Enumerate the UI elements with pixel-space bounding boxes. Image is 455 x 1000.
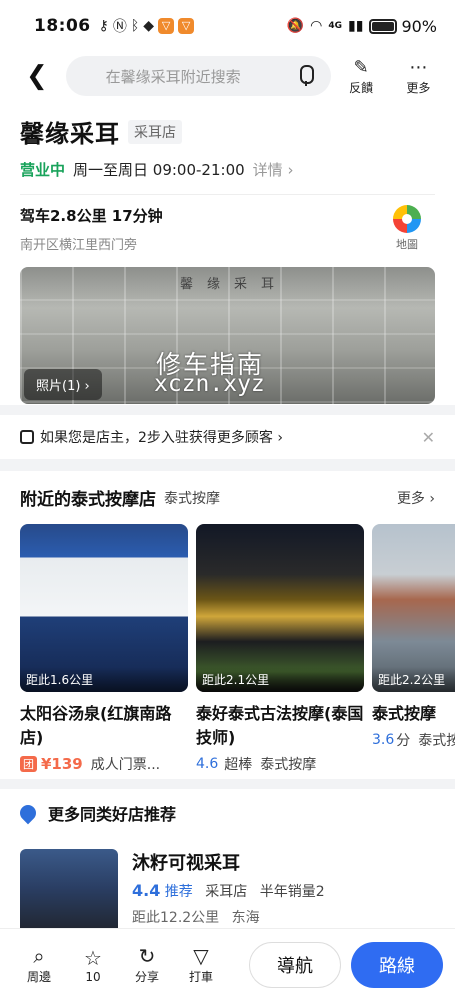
more-dots-icon: ⋯ xyxy=(409,56,428,78)
tab-nearby[interactable]: ⌕ 周邊 xyxy=(16,944,62,985)
battery-percent: 90% xyxy=(401,16,437,36)
nearby-item-tag: 泰式按摩 xyxy=(260,757,317,773)
location-pin-icon xyxy=(16,801,40,825)
nearby-item-name: 泰式按摩 xyxy=(372,704,437,723)
nearby-item-rating-word: 超棒 xyxy=(224,757,253,773)
nearby-item-rating-word: 分 xyxy=(396,733,411,749)
share-icon: ↻ xyxy=(138,944,156,968)
top-nav: ❮ 在馨缘采耳附近搜索 ✎ 反饋 ⋯ 更多 xyxy=(0,52,455,100)
nearby-item-name: 太阳谷汤泉(红旗南路店) xyxy=(20,704,172,747)
feedback-button[interactable]: ✎ 反饋 xyxy=(335,57,388,96)
back-icon[interactable]: ❮ xyxy=(26,61,50,91)
tab-favorite[interactable]: ☆ 10 xyxy=(70,946,116,984)
divider xyxy=(20,194,435,195)
signal-icon: ▮▮ xyxy=(348,18,364,34)
status-time: 18:06 xyxy=(34,16,91,36)
location-icon: ◆ xyxy=(143,18,155,34)
recommend-item-name: 沐籽可视采耳 xyxy=(132,853,240,874)
owner-claim-banner[interactable]: 如果您是店主，2步入驻获得更多顾客 › ✕ xyxy=(0,415,455,459)
nearby-list: 距此1.6公里 太阳谷汤泉(红旗南路店) 团 ¥139 成人门票... 距此2.… xyxy=(20,524,455,774)
nearby-item-score: 3.6 xyxy=(372,732,395,748)
recommend-item-distance: 距此12.2公里 xyxy=(132,910,220,926)
status-bar: 18:06 ⚷ Ⓝ ᛒ ◆ ▽ ▽ 🔕 ◠ 4G ▮▮ 90% xyxy=(0,0,455,52)
tab-favorite-label: 10 xyxy=(85,969,101,984)
close-icon[interactable]: ✕ xyxy=(422,428,435,447)
nearby-item[interactable]: 距此1.6公里 太阳谷汤泉(红旗南路店) 团 ¥139 成人门票... xyxy=(20,524,188,774)
battery-indicator: 90% xyxy=(369,17,437,36)
hours-detail-link[interactable]: 详情 › xyxy=(253,159,294,180)
tab-share[interactable]: ↻ 分享 xyxy=(124,944,170,985)
nearby-subtitle: 泰式按摩 xyxy=(164,490,220,507)
recommend-title: 更多同类好店推荐 xyxy=(48,805,177,824)
place-name: 馨缘采耳 xyxy=(20,120,120,148)
star-icon: ☆ xyxy=(84,945,102,970)
tab-taxi[interactable]: ▽ 打車 xyxy=(178,944,224,985)
navigate-button[interactable]: 導航 xyxy=(249,941,341,988)
app-notification-icon: ▽ xyxy=(158,18,175,34)
watermark-url: xczn.xyz xyxy=(154,371,265,397)
search-input[interactable]: 在馨缘采耳附近搜索 xyxy=(106,66,295,87)
mute-icon: 🔕 xyxy=(286,18,305,34)
drive-distance: 驾车2.8公里 17分钟 xyxy=(20,207,163,225)
feedback-label: 反饋 xyxy=(349,80,374,95)
bluetooth-icon: ᛒ xyxy=(130,18,140,34)
map-pin-icon xyxy=(393,205,421,233)
more-label: 更多 xyxy=(406,80,431,95)
recommend-item-score-word: 推荐 xyxy=(164,884,193,900)
tab-taxi-label: 打車 xyxy=(188,970,213,984)
route-button[interactable]: 路線 xyxy=(351,941,443,988)
search-icon: ⌕ xyxy=(33,944,45,968)
group-buy-badge: 团 xyxy=(20,756,37,772)
nearby-item-tag: 泰式按 xyxy=(418,733,455,749)
nearby-item-distance: 距此2.1公里 xyxy=(196,667,364,692)
recommend-item-category: 采耳店 xyxy=(205,884,248,900)
business-hours: 周一至周日 09:00-21:00 xyxy=(73,161,245,179)
address: 南开区横江里西门旁 xyxy=(20,238,138,253)
place-info-card: 馨缘采耳 采耳店 营业中 周一至周日 09:00-21:00 详情 › 驾车2.… xyxy=(0,100,455,405)
wifi-icon: ◠ xyxy=(310,18,323,34)
nearby-item-tag: 成人门票... xyxy=(90,757,161,773)
store-icon xyxy=(20,430,34,444)
nearby-item-price: ¥139 xyxy=(41,755,83,773)
microphone-icon[interactable] xyxy=(295,65,317,87)
map-label: 地圖 xyxy=(396,238,418,251)
storefront-sign: 馨缘采耳 xyxy=(180,277,289,292)
recommend-item-score: 4.4 xyxy=(132,881,161,900)
bottom-action-bar: ⌕ 周邊 ☆ 10 ↻ 分享 ▽ 打車 導航 路線 xyxy=(0,928,455,1000)
nearby-item-distance: 距此1.6公里 xyxy=(20,667,188,692)
hours-row[interactable]: 营业中 周一至周日 09:00-21:00 详情 › xyxy=(20,159,435,180)
place-photo[interactable]: 馨缘采耳 修车指南 xczn.xyz 照片(1) › xyxy=(20,267,435,404)
nearby-item-score: 4.6 xyxy=(196,756,219,772)
nearby-item[interactable]: 距此2.1公里 泰好泰式古法按摩(泰国技师) 4.6 超棒 泰式按摩 xyxy=(196,524,364,774)
network-type-label: 4G xyxy=(328,21,343,31)
battery-fill xyxy=(372,21,395,31)
category-tag: 采耳店 xyxy=(128,119,182,144)
edit-icon: ✎ xyxy=(353,56,369,78)
nearby-item[interactable]: 距此2.2公里 泰式按摩 3.6 分 泰式按 xyxy=(372,524,455,774)
more-button[interactable]: ⋯ 更多 xyxy=(392,57,445,96)
taxi-icon: ▽ xyxy=(193,944,209,968)
recommend-item-area: 东海 xyxy=(231,910,260,926)
search-bar[interactable]: 在馨缘采耳附近搜索 xyxy=(65,56,331,96)
tab-nearby-label: 周邊 xyxy=(26,970,51,984)
nearby-item-distance: 距此2.2公里 xyxy=(372,667,455,692)
app-notification-icon-2: ▽ xyxy=(178,18,195,34)
nearby-item-image: 距此2.1公里 xyxy=(196,524,364,692)
nearby-section: 附近的泰式按摩店 泰式按摩 更多 › 距此1.6公里 太阳谷汤泉(红旗南路店) … xyxy=(0,471,455,779)
tab-share-label: 分享 xyxy=(134,970,159,984)
map-button[interactable]: 地圖 xyxy=(387,205,427,252)
recommend-item-sales: 半年销量2 xyxy=(259,884,325,900)
nearby-more-link[interactable]: 更多 › xyxy=(397,488,435,508)
nearby-item-name: 泰好泰式古法按摩(泰国技师) xyxy=(196,704,364,747)
battery-icon xyxy=(369,18,398,34)
open-status: 营业中 xyxy=(20,161,66,179)
nfc-icon: Ⓝ xyxy=(112,19,127,35)
owner-claim-text: 如果您是店主，2步入驻获得更多顾客 › xyxy=(40,430,283,446)
nearby-title: 附近的泰式按摩店 xyxy=(20,490,156,510)
key-icon: ⚷ xyxy=(98,18,109,34)
nearby-item-image: 距此2.2公里 xyxy=(372,524,455,692)
photo-count-button[interactable]: 照片(1) › xyxy=(24,369,102,400)
nearby-item-image: 距此1.6公里 xyxy=(20,524,188,692)
